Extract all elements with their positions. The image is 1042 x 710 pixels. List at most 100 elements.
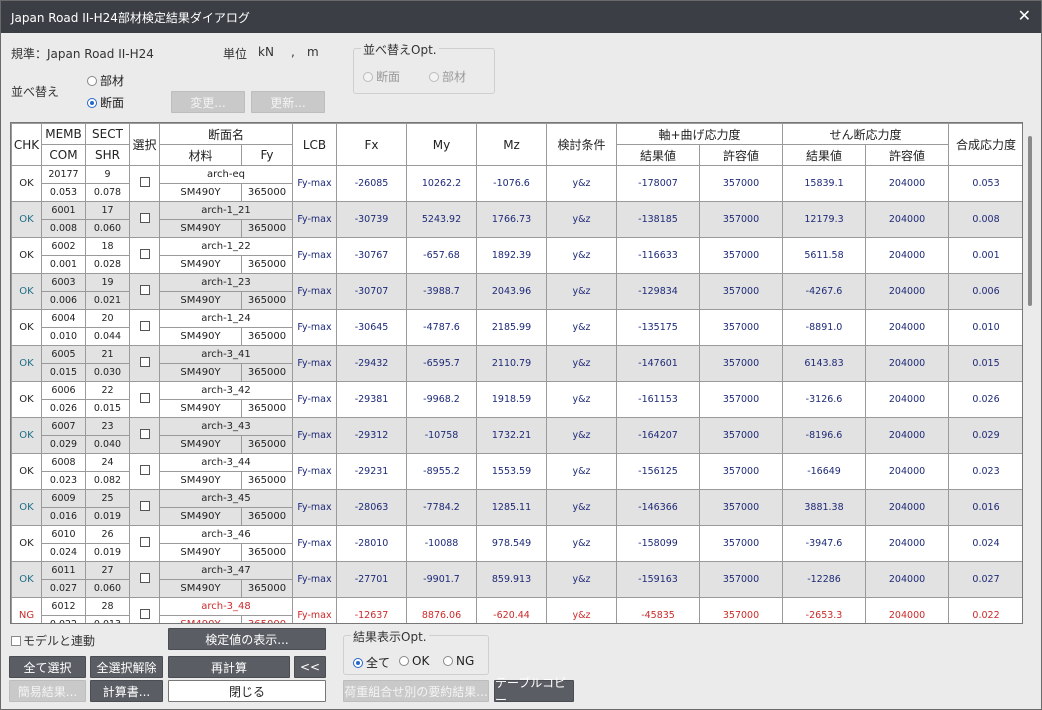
show-check-values-button[interactable]: 検定値の表示... [168,628,326,650]
header-mz[interactable]: Mz [476,123,548,166]
condition-cell: y&z [546,525,618,562]
fy-cell: 365000 [240,219,294,238]
select-cell[interactable] [129,165,160,202]
header-axial-bending[interactable]: 軸+曲げ応力度 [616,123,784,145]
header-com[interactable]: COM [41,144,86,166]
select-checkbox[interactable] [139,429,150,439]
select-checkbox[interactable] [139,213,150,223]
header-fx[interactable]: Fx [336,123,408,166]
select-cell[interactable] [129,345,160,382]
select-all-button[interactable]: 全て選択 [9,656,86,678]
lcb-cell: Fy-max [292,237,338,274]
header-condition[interactable]: 検討条件 [546,123,618,166]
header-shear[interactable]: せん断応力度 [782,123,950,145]
select-cell[interactable] [129,597,160,623]
table-row[interactable]: OK 6005 21 arch-3_41 Fy-max -29432 -6595.7 2110… [11,345,1022,382]
load-combination-summary-button[interactable]: 荷重組合せ別の要約結果... [343,680,489,702]
table-row[interactable]: OK 6009 25 arch-3_45 Fy-max -28063 -7784.2 1285… [11,489,1022,526]
combined-cell: 0.023 [948,453,1022,490]
combined-cell: 0.016 [948,489,1022,526]
change-button[interactable]: 変更... [171,91,245,113]
table-row[interactable]: OK 6001 17 arch-1_21 Fy-max -30739 5243.92 1766… [11,201,1022,238]
sort-radio-section[interactable]: 断面 [87,94,124,111]
header-material[interactable]: 材料 [159,144,242,166]
result-opt-ok[interactable]: OK [399,654,429,668]
select-checkbox[interactable] [139,393,150,403]
simple-result-button[interactable]: 簡易結果... [9,680,86,702]
calc-sheet-button[interactable]: 計算書... [90,680,163,702]
header-lcb[interactable]: LCB [292,123,338,166]
close-button[interactable]: 閉じる [168,680,326,702]
recalculate-button[interactable]: 再計算 [168,656,290,678]
table-row[interactable]: OK 6002 18 arch-1_22 Fy-max -30767 -657.68 1892… [11,237,1022,274]
shr-cell: 0.040 [85,435,130,454]
table-row[interactable]: OK 6010 26 arch-3_46 Fy-max -28010 -10088 978.5… [11,525,1022,562]
select-cell[interactable] [129,381,160,418]
deselect-all-button[interactable]: 全選択解除 [90,656,163,678]
table-row[interactable]: OK 6004 20 arch-1_24 Fy-max -30645 -4787.6 2185… [11,309,1022,346]
header-combined[interactable]: 合成応力度 [948,123,1022,166]
select-cell[interactable] [129,561,160,598]
header-sect[interactable]: SECT [85,123,130,145]
header-select[interactable]: 選択 [129,123,160,166]
select-checkbox[interactable] [139,321,150,331]
com-cell: 0.015 [41,363,86,382]
select-checkbox[interactable] [139,177,150,187]
select-checkbox[interactable] [139,357,150,367]
update-button[interactable]: 更新... [251,91,325,113]
result-opt-ng[interactable]: NG [443,654,474,668]
fy-cell: 365000 [240,399,294,418]
sort-opt-radio-member[interactable]: 部材 [429,68,466,85]
shear-allow-cell: 204000 [865,561,950,598]
select-cell[interactable] [129,489,160,526]
header-memb[interactable]: MEMB [41,123,86,145]
header-shear-result[interactable]: 結果値 [782,144,867,166]
collapse-button[interactable]: << [294,656,326,678]
select-cell[interactable] [129,525,160,562]
select-cell[interactable] [129,237,160,274]
select-cell[interactable] [129,309,160,346]
table-row[interactable]: OK 6008 24 arch-3_44 Fy-max -29231 -8955.2 1553… [11,453,1022,490]
table-row[interactable]: OK 6007 23 arch-3_43 Fy-max -29312 -10758 1732.… [11,417,1022,454]
select-cell[interactable] [129,201,160,238]
result-opt-all[interactable]: 全て [353,654,390,671]
table-copy-button[interactable]: テーブルコピー [494,676,574,707]
header-axial-result[interactable]: 結果値 [616,144,701,166]
model-link-checkbox[interactable]: モデルと連動 [11,632,95,649]
shr-cell: 0.015 [85,399,130,418]
header-my[interactable]: My [406,123,478,166]
header-shear-allow[interactable]: 許容値 [865,144,950,166]
close-icon[interactable]: ✕ [1018,6,1031,25]
chk-cell: OK [11,453,42,490]
header-chk[interactable]: CHK [11,123,42,166]
table-row[interactable]: OK 6011 27 arch-3_47 Fy-max -27701 -9901.7 859.… [11,561,1022,598]
axial-result-cell: -135175 [616,309,701,346]
table-row[interactable]: NG 6012 28 arch-3_48 Fy-max -12637 8876.06 -620… [11,597,1022,623]
table-row[interactable]: OK 6006 22 arch-3_42 Fy-max -29381 -9968.2 1918… [11,381,1022,418]
header-fy[interactable]: Fy [240,144,294,166]
select-cell[interactable] [129,453,160,490]
select-checkbox[interactable] [139,285,150,295]
select-cell[interactable] [129,273,160,310]
select-checkbox[interactable] [139,465,150,475]
table-row[interactable]: OK 6003 19 arch-1_23 Fy-max -30707 -3988.7 2043… [11,273,1022,310]
combined-cell: 0.022 [948,597,1022,623]
table-row[interactable]: OK 20177 9 arch-eq Fy-max -26085 10262.2 -1076.… [11,165,1022,202]
result-table[interactable]: CHK MEMB SECT 選択 断面名 LCB Fx My Mz 検討条件 軸… [10,122,1023,624]
header-axial-allow[interactable]: 許容値 [699,144,784,166]
chk-cell: OK [11,525,42,562]
select-checkbox[interactable] [139,249,150,259]
select-checkbox[interactable] [139,609,150,619]
sort-radio-member[interactable]: 部材 [87,72,124,89]
select-cell[interactable] [129,417,160,454]
condition-cell: y&z [546,489,618,526]
radio-icon [87,75,97,86]
select-checkbox[interactable] [139,501,150,511]
header-section-name[interactable]: 断面名 [158,123,294,145]
my-cell: 5243.92 [406,201,478,238]
select-checkbox[interactable] [139,537,150,547]
sort-opt-radio-section[interactable]: 断面 [363,68,400,85]
select-checkbox[interactable] [139,573,150,583]
header-shr[interactable]: SHR [85,144,130,166]
table-scrollbar[interactable] [1028,136,1032,306]
